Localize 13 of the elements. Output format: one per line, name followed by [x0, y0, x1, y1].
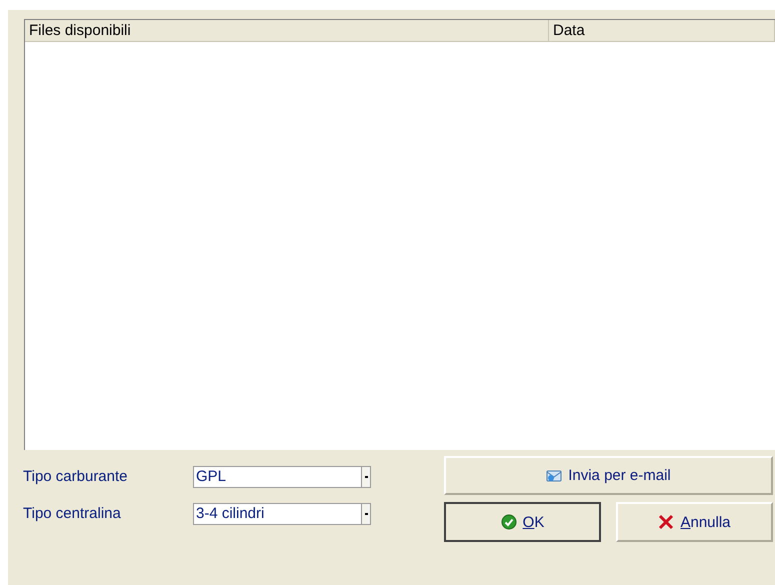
- file-list[interactable]: Files disponibili Data: [24, 19, 775, 450]
- field-label: Tipo carburante: [22, 468, 129, 485]
- cancel-button[interactable]: Annulla: [616, 502, 773, 542]
- dropdown-field[interactable]: 3-4 cilindri: [193, 502, 371, 524]
- close-icon: [658, 514, 674, 530]
- email-button[interactable]: Invia per e-mail: [444, 456, 773, 495]
- column-header[interactable]: Files disponibili: [25, 20, 549, 42]
- field-label: Tipo centralina: [22, 505, 122, 522]
- envelope-icon: [546, 468, 562, 484]
- check-icon: [500, 514, 517, 530]
- column-header[interactable]: Data: [549, 20, 775, 42]
- ok-button[interactable]: OK: [444, 502, 601, 542]
- dropdown-field[interactable]: GPL: [193, 466, 371, 488]
